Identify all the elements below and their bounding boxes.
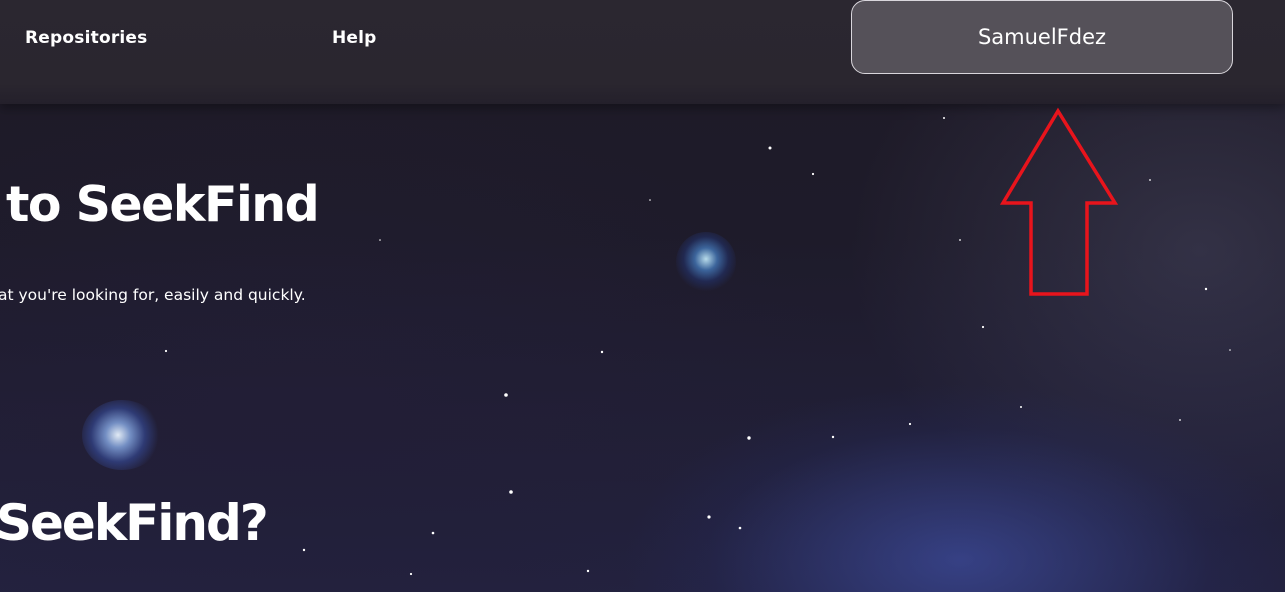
up-arrow-annotation-icon xyxy=(999,107,1119,296)
